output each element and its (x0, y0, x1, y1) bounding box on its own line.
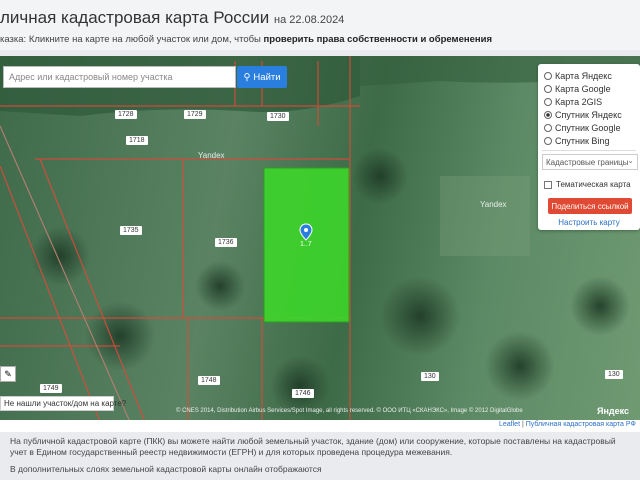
imagery-copyright: © CNES 2014, Distribution Airbus Service… (176, 408, 523, 414)
layer-label: Карта Google (555, 84, 611, 94)
hint-prefix: казка: Кликните на карте на любой участо… (0, 34, 264, 45)
search-button[interactable]: ⚲ Найти (237, 66, 287, 88)
not-found-link[interactable]: Не нашли участок/дом на карте? (0, 396, 126, 411)
radio-icon[interactable] (544, 137, 552, 145)
info-paragraph-1: На публичной кадастровой карте (ПКК) вы … (10, 436, 616, 457)
layer-label: Карта 2GIS (555, 97, 603, 107)
chevron-down-icon: ⌄ (627, 156, 634, 165)
radio-icon[interactable] (544, 72, 552, 80)
boundaries-select[interactable]: Кадастровые границы ⌄ (542, 154, 638, 170)
plot-label-1728[interactable]: 1728 (115, 110, 137, 119)
page-header: личная кадастровая карта России на 22.08… (0, 0, 640, 50)
search-button-label: Найти (253, 71, 281, 83)
yandex-logo: Яндекс (597, 406, 630, 416)
layer-yandex-map[interactable]: Карта Яндекс (544, 70, 612, 82)
radio-icon[interactable] (544, 98, 552, 106)
plot-label-130-b[interactable]: 130 (605, 370, 623, 379)
radio-icon[interactable] (544, 124, 552, 132)
layer-bing-satellite[interactable]: Спутник Bing (544, 135, 609, 147)
thematic-map-label: Тематическая карта (556, 180, 631, 189)
leaflet-link[interactable]: Leaflet (499, 421, 520, 428)
plot-label-1729[interactable]: 1729 (184, 110, 206, 119)
pkk-link[interactable]: Публичная кадастровая карта РФ (526, 421, 636, 428)
layer-google-map[interactable]: Карта Google (544, 83, 611, 95)
info-text: На публичной кадастровой карте (ПКК) вы … (10, 436, 630, 480)
page-title-text: личная кадастровая карта России (0, 8, 270, 27)
layer-yandex-satellite[interactable]: Спутник Яндекс (544, 109, 622, 121)
share-link-button[interactable]: Поделиться ссылкой (548, 198, 632, 214)
pencil-icon: ✎ (4, 368, 12, 379)
plot-label-1746[interactable]: 1746 (292, 389, 314, 398)
layer-label: Спутник Bing (555, 136, 610, 146)
layer-2gis-map[interactable]: Карта 2GIS (544, 96, 602, 108)
yandex-watermark-2: Yandex (480, 200, 507, 209)
layer-google-satellite[interactable]: Спутник Google (544, 122, 620, 134)
divider (542, 150, 636, 151)
search-input[interactable]: Адрес или кадастровый номер участка (3, 66, 236, 88)
page-title: личная кадастровая карта России на 22.08… (0, 8, 344, 28)
attribution: Leaflet | Публичная кадастровая карта РФ (499, 421, 636, 428)
checkbox-icon[interactable] (544, 180, 552, 189)
plot-label-1730[interactable]: 1730 (267, 112, 289, 121)
plot-label-1748[interactable]: 1748 (198, 376, 220, 385)
hint-text: казка: Кликните на карте на любой участо… (0, 34, 492, 45)
plot-label-1736[interactable]: 1736 (215, 238, 237, 247)
attribution-bar: Leaflet | Публичная кадастровая карта РФ (0, 420, 640, 432)
radio-icon[interactable] (544, 85, 552, 93)
setup-map-link[interactable]: Настроить карту (538, 218, 640, 227)
layer-label: Карта Яндекс (555, 71, 612, 81)
draw-button[interactable]: ✎ (0, 366, 16, 382)
plot-label-1718[interactable]: 1718 (126, 136, 148, 145)
plot-label-1749[interactable]: 1749 (40, 384, 62, 393)
map-canvas[interactable]: Адрес или кадастровый номер участка ⚲ На… (0, 56, 640, 422)
radio-selected-icon[interactable] (544, 111, 552, 119)
hint-bold: проверить права собственности и обремене… (263, 34, 493, 45)
layer-label: Спутник Google (555, 123, 621, 133)
plot-label-130-a[interactable]: 130 (421, 372, 439, 381)
selected-plot-label[interactable]: 1..7 (297, 240, 315, 249)
thematic-map-toggle[interactable]: Тематическая карта (544, 180, 631, 189)
search-icon: ⚲ (243, 71, 251, 83)
plot-label-1735[interactable]: 1735 (120, 226, 142, 235)
info-paragraph-2: В дополнительных слоях земельной кадастр… (10, 464, 322, 474)
boundaries-select-value: Кадастровые границы (546, 158, 629, 167)
yandex-watermark-1: Yandex (198, 151, 225, 160)
layer-label: Спутник Яндекс (555, 110, 622, 120)
page-title-date: на 22.08.2024 (274, 14, 345, 26)
layers-panel: Карта Яндекс Карта Google Карта 2GIS Спу… (538, 64, 640, 230)
